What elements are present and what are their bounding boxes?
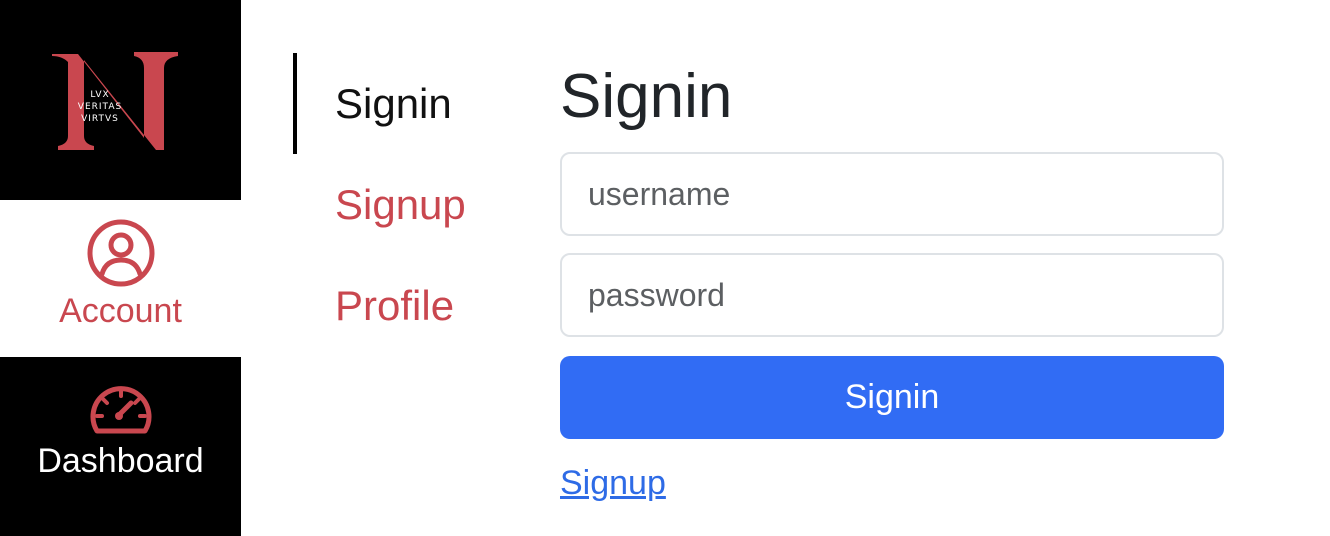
subnav-item-profile[interactable]: Profile: [293, 255, 513, 356]
speedometer-icon: [90, 386, 151, 434]
signup-link[interactable]: Signup: [560, 464, 666, 503]
logo-motto-1: LVX: [90, 90, 109, 100]
rail-item-label: Account: [59, 292, 182, 330]
signin-form: Signin Signin Signup: [560, 58, 1224, 503]
logo-motto-2: VERITAS: [78, 102, 122, 112]
subnav-item-signin[interactable]: Signin: [293, 53, 513, 154]
brand-logo[interactable]: LVX VERITAS VIRTVS: [0, 0, 241, 200]
left-rail: LVX VERITAS VIRTVS Account Dashboard: [0, 0, 241, 536]
rail-item-dashboard[interactable]: Dashboard: [0, 357, 241, 536]
password-input[interactable]: [560, 253, 1224, 337]
sub-navigation: Signin Signup Profile: [293, 53, 513, 356]
logo-motto-3: VIRTVS: [81, 114, 119, 124]
rail-item-account[interactable]: Account: [0, 200, 241, 357]
subnav-item-signup[interactable]: Signup: [293, 154, 513, 255]
rail-item-label: Dashboard: [37, 442, 204, 480]
user-circle-icon: [87, 219, 154, 287]
username-input[interactable]: [560, 152, 1224, 236]
app-root: LVX VERITAS VIRTVS Account Dashboard Sig…: [0, 0, 1330, 536]
page-title: Signin: [560, 62, 733, 131]
logo-icon: LVX VERITAS VIRTVS: [52, 52, 178, 150]
signin-button[interactable]: Signin: [560, 356, 1224, 439]
